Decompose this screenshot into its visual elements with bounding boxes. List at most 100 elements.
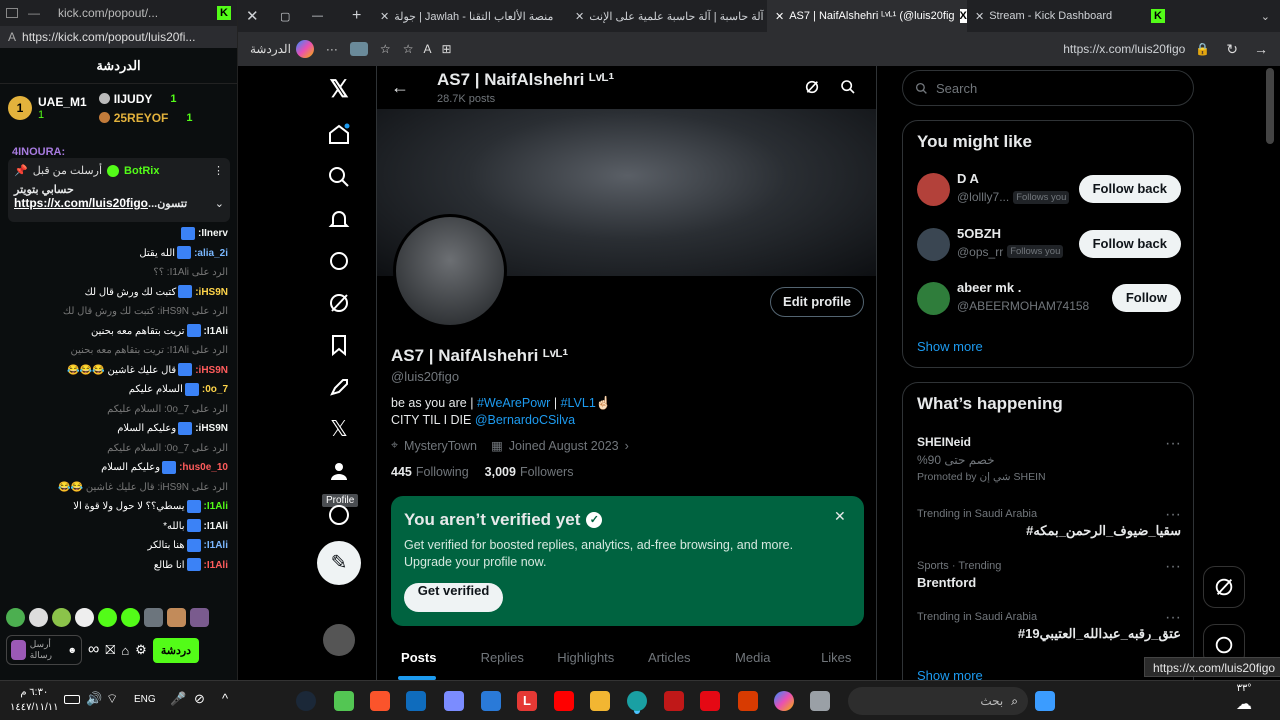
close-icon[interactable]: ✕ [834,508,846,525]
chat-username[interactable]: I1Ali: [204,521,228,532]
hashtag-link[interactable]: #LVL1 [561,396,596,410]
emoji-icon[interactable]: ☻ [68,645,77,655]
get-verified-button[interactable]: Get verified [404,583,503,612]
new-tab-icon[interactable]: + [344,0,372,32]
close-icon[interactable]: ✕ [575,10,584,23]
mention-link[interactable]: @BernardoCSilva [475,413,575,427]
language-indicator[interactable]: ENG [134,694,156,705]
camera-off-icon[interactable]: ⊘ [194,691,205,707]
home-icon[interactable] [327,123,351,147]
profile-icon[interactable] [327,459,351,483]
browser-tab-active[interactable]: ✕ AS7 | NaifAlshehri ᴸᵛᴸ¹ (@luis20fig X [767,0,967,32]
chat-username[interactable]: I1Ali: [204,540,228,551]
show-more-link[interactable]: Show more [917,339,983,354]
taskbar-search[interactable]: بحث ⌕ [848,687,1028,715]
avatar[interactable] [323,624,355,656]
trend-item[interactable]: Sports · Trending Brentford ··· [917,558,1181,590]
steam-icon[interactable] [296,691,316,711]
close-icon[interactable]: ✕ [775,10,784,23]
office-icon[interactable] [738,691,758,711]
chat-username[interactable]: iHS9N: [195,365,228,376]
messages-icon[interactable] [327,249,351,273]
browser-tab[interactable]: ✕ جولة | Jawlah - منصة الألعاب التقنا [372,0,567,32]
volume-icon[interactable]: 🔊 [86,691,102,707]
more-options-icon[interactable]: ··· [1165,609,1181,627]
profile-avatar[interactable] [393,214,507,328]
pinned-link[interactable]: https://x.com/luis20figo [14,196,148,210]
minimize-icon[interactable]: — [28,6,40,20]
chat-username[interactable]: I1Ali: [204,560,228,571]
chevron-down-icon[interactable]: ⌄ [215,197,224,210]
close-icon[interactable]: ✕ [975,10,984,23]
follow-button[interactable]: Follow back [1078,175,1181,203]
follow-button[interactable]: Follow [1111,284,1181,312]
store-icon[interactable]: ⌂ [121,643,129,658]
tab-articles[interactable]: Articles [628,634,712,680]
avatar[interactable] [917,282,950,315]
split-screen-icon[interactable]: ⊞ [441,42,451,56]
browser-tab[interactable]: ✕ Stream - Kick Dashboard [967,0,1147,32]
emote-icon[interactable] [167,608,186,627]
followers-label[interactable]: Followers [520,465,574,479]
mcafee-icon[interactable] [664,691,684,711]
chat-username[interactable]: iHS9N: [195,287,228,298]
emote-icon[interactable] [121,608,140,627]
following-count[interactable]: 445 [391,465,412,479]
close-window-icon[interactable]: ✕ [238,0,272,32]
outlook-icon[interactable] [406,691,426,711]
send-chat-button[interactable]: دردشة [152,637,200,663]
netflix-icon[interactable] [700,691,720,711]
hashtag-link[interactable]: #WeArePowr [477,396,550,410]
edit-profile-button[interactable]: Edit profile [770,287,864,317]
restore-icon[interactable]: ▢ [272,0,304,32]
file-explorer-icon[interactable] [810,691,830,711]
followers-count[interactable]: 3,009 [485,465,516,479]
browser-tab[interactable]: ✕ آلة حاسبة | آلة حاسبة علمية على الإنت [567,0,767,32]
mail-icon[interactable] [481,691,501,711]
refresh-icon[interactable]: ↻ [1226,41,1238,58]
more-options-icon[interactable]: ··· [1165,506,1181,524]
forward-icon[interactable]: → [1254,41,1268,57]
minimize-icon[interactable]: — [304,0,344,32]
chat-button[interactable]: الدردشة [250,40,314,58]
tab-replies[interactable]: Replies [461,634,545,680]
emote-icon[interactable] [29,608,48,627]
following-label[interactable]: Following [416,465,469,479]
scrollbar[interactable] [1266,68,1274,144]
jobs-rocket-icon[interactable] [327,375,351,399]
search-icon[interactable] [327,165,351,189]
settings-gear-icon[interactable]: ⚙ [135,642,147,658]
chat-username[interactable]: iHS9N: [195,423,228,434]
avatar[interactable] [917,227,950,261]
kick-address-bar[interactable]: A https://kick.com/popout/luis20fi... [0,26,237,48]
emote-icon[interactable] [6,608,25,627]
chat-username[interactable]: alia_2i: [194,248,228,259]
edge-icon[interactable] [627,691,647,711]
follow-suggestion[interactable]: abeer mk . @ABEERMOHAM74158 Follow [917,280,1181,320]
address-bar[interactable]: https://x.com/luis20figo [1063,42,1185,56]
grok-icon[interactable] [804,79,820,95]
bookmarks-icon[interactable] [327,333,351,357]
emote-icon[interactable] [190,608,209,627]
tray-chevron-icon[interactable]: ^ [222,691,228,706]
extension-icon[interactable] [349,42,368,56]
more-options-icon[interactable]: ··· [1165,558,1181,576]
wifi-icon[interactable]: ⌔ [106,691,118,707]
windows-start-icon[interactable] [1035,691,1055,711]
lock-icon[interactable]: 🔒 [1195,42,1210,56]
search-icon[interactable] [840,79,856,95]
read-aloud-icon[interactable]: A [423,42,431,56]
weather-widget[interactable]: ٣٣° ☁ [1236,683,1252,714]
tab-likes[interactable]: Likes [795,634,877,680]
read-aloud-icon[interactable]: A [8,30,16,44]
app-icon[interactable] [444,691,464,711]
trend-item[interactable]: SHEINeid خصم حتى 90% Promoted by شي إن S… [917,435,1181,483]
emote-icon[interactable] [144,608,163,627]
more-options-icon[interactable]: ··· [326,42,338,56]
tab-actions-icon[interactable]: ⌄ [1261,10,1270,23]
battery-icon[interactable] [64,695,80,704]
x-logo-icon[interactable]: 𝕏 [327,78,351,102]
copilot-icon[interactable] [774,691,794,711]
suggestion-name[interactable]: 5OBZH [957,226,1001,241]
avatar[interactable] [917,173,950,206]
